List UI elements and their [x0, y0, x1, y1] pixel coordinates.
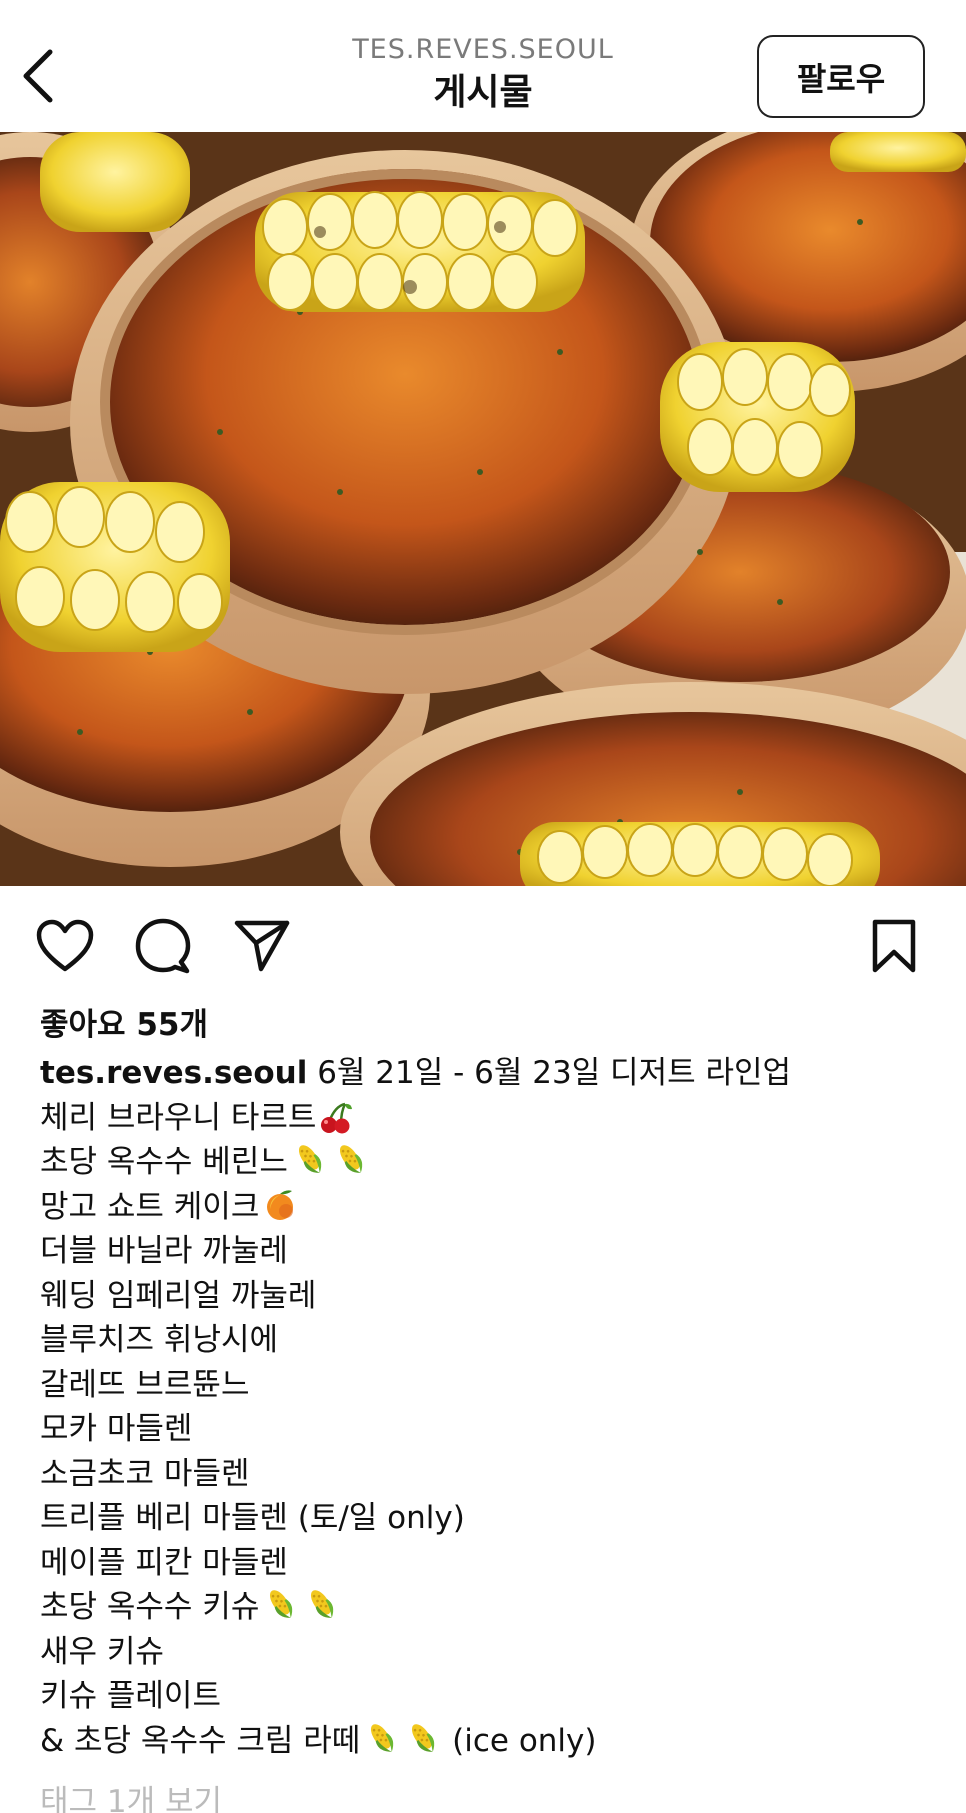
caption-line-text: 키슈 플레이트	[40, 1678, 221, 1714]
comment-icon	[135, 918, 191, 974]
corn-emoji-icon	[404, 1719, 442, 1770]
caption-line-text: 초당 옥수수 베린느	[40, 1144, 288, 1180]
action-bar	[0, 886, 966, 1006]
post-screen: TES.REVES.SEOUL 게시물 팔로우 좋아요 55개 tes.reve…	[0, 0, 966, 1813]
caption-line: 메이플 피칸 마들렌	[40, 1541, 940, 1586]
corn-emoji-icon	[291, 1140, 329, 1191]
post-image[interactable]	[0, 132, 966, 886]
caption-line: 더블 바닐라 까눌레	[40, 1229, 940, 1274]
caption-line-text: 새우 키슈	[40, 1633, 164, 1670]
caption-line-text: 체리 브라우니 타르트	[40, 1099, 317, 1136]
caption-line: 망고 쇼트 케이크	[40, 1185, 940, 1230]
corn-top-left	[40, 132, 190, 232]
quiche-photo	[0, 132, 966, 886]
corn-bottom	[520, 822, 880, 886]
caption-line: 웨딩 임페리얼 까눌레	[40, 1274, 940, 1319]
back-button[interactable]	[18, 44, 58, 108]
likes-count[interactable]: 좋아요 55개	[40, 1003, 208, 1047]
caption-line-text: 더블 바닐라 까눌레	[40, 1233, 288, 1269]
caption-line-text: 초당 옥수수 키슈	[40, 1589, 260, 1625]
chevron-left-icon	[23, 49, 53, 103]
caption-line-text: 갈레뜨 브르뜐느	[40, 1366, 250, 1403]
corn-emoji-icon	[303, 1585, 341, 1636]
caption-line: 새우 키슈	[40, 1630, 940, 1675]
caption-headline: 6월 21일 - 6월 23일 디저트 라인업	[317, 1055, 792, 1091]
caption-username[interactable]: tes.reves.seoul	[40, 1055, 307, 1091]
corn-top-right	[830, 132, 966, 172]
caption-line-text: & 초당 옥수수 크림 라떼	[40, 1722, 361, 1759]
corn-emoji-icon	[363, 1719, 401, 1770]
corn-center	[255, 191, 585, 312]
bookmark-icon	[872, 919, 916, 973]
caption-cut-off-line: 태그 1개 보기	[40, 1784, 223, 1813]
share-button[interactable]	[232, 916, 292, 976]
corn-left	[0, 482, 230, 652]
like-button[interactable]	[35, 916, 95, 976]
follow-button[interactable]: 팔로우	[757, 35, 925, 118]
post-caption: tes.reves.seoul 6월 21일 - 6월 23일 디저트 라인업 …	[40, 1051, 940, 1763]
caption-line-suffix: (ice only)	[442, 1722, 597, 1759]
caption-line: 트리플 베리 마들렌 (토/일 only)	[40, 1496, 940, 1541]
caption-first-line: tes.reves.seoul 6월 21일 - 6월 23일 디저트 라인업	[40, 1051, 940, 1096]
comment-button[interactable]	[133, 916, 193, 976]
caption-line: 체리 브라우니 타르트	[40, 1096, 940, 1141]
caption-line: 소금초코 마들렌	[40, 1452, 940, 1497]
caption-line: 키슈 플레이트	[40, 1674, 940, 1719]
caption-line-text: 웨딩 임페리얼 까눌레	[40, 1277, 317, 1314]
caption-line: 초당 옥수수 베린느	[40, 1140, 940, 1185]
caption-line-text: 메이플 피칸 마들렌	[40, 1544, 288, 1581]
send-icon	[234, 920, 290, 972]
save-button[interactable]	[864, 916, 924, 976]
corn-emoji-icon	[262, 1585, 300, 1636]
caption-line: 블루치즈 휘낭시에	[40, 1318, 940, 1363]
top-bar: TES.REVES.SEOUL 게시물 팔로우	[0, 0, 966, 132]
caption-line: 초당 옥수수 키슈	[40, 1585, 940, 1630]
caption-line-text: 모카 마들렌	[40, 1411, 193, 1447]
heart-icon	[36, 919, 94, 972]
caption-line-text: 망고 쇼트 케이크	[40, 1188, 260, 1225]
caption-line-text: 소금초코 마들렌	[40, 1455, 250, 1492]
caption-line: 모카 마들렌	[40, 1407, 940, 1452]
caption-line: & 초당 옥수수 크림 라떼 (ice only)	[40, 1719, 940, 1764]
corn-emoji-icon	[332, 1140, 370, 1191]
caption-line-text: 트리플 베리 마들렌 (토/일 only)	[40, 1500, 465, 1536]
caption-line: 갈레뜨 브르뜐느	[40, 1363, 940, 1408]
mango-emoji-icon	[262, 1187, 298, 1236]
corn-right	[660, 342, 855, 492]
caption-line-text: 블루치즈 휘낭시에	[40, 1322, 279, 1358]
